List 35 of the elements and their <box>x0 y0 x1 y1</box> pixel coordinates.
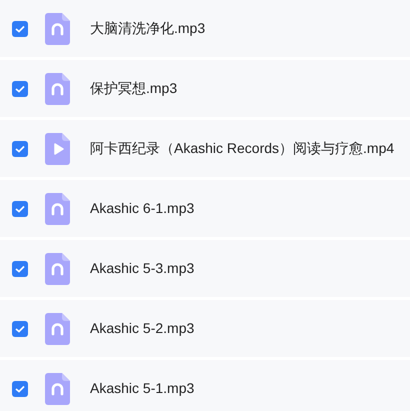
checkbox[interactable] <box>12 200 28 216</box>
audio-file-icon <box>45 372 70 404</box>
file-row[interactable]: 阿卡西纪录（Akashic Records）阅读与疗愈.mp4 <box>0 120 410 177</box>
checkbox[interactable] <box>12 380 28 396</box>
file-name: Akashic 5-2.mp3 <box>90 319 194 338</box>
audio-file-icon <box>45 312 70 344</box>
check-icon <box>15 84 25 92</box>
audio-file-icon <box>45 192 70 224</box>
file-name: Akashic 6-1.mp3 <box>90 199 194 218</box>
file-name: 大脑清洗净化.mp3 <box>90 19 206 38</box>
check-icon <box>15 144 25 152</box>
check-icon <box>15 24 25 32</box>
file-name: 保护冥想.mp3 <box>90 79 178 98</box>
check-icon <box>15 324 25 332</box>
checkbox[interactable] <box>12 140 28 156</box>
file-row[interactable]: Akashic 5-3.mp3 <box>0 240 410 297</box>
audio-file-icon <box>45 252 70 284</box>
checkbox[interactable] <box>12 20 28 36</box>
audio-file-icon <box>45 12 70 44</box>
check-icon <box>15 384 25 392</box>
file-row[interactable]: 大脑清洗净化.mp3 <box>0 0 410 57</box>
video-file-icon <box>45 132 70 164</box>
file-row[interactable]: Akashic 6-1.mp3 <box>0 180 410 237</box>
checkbox[interactable] <box>12 80 28 96</box>
file-row[interactable]: Akashic 5-2.mp3 <box>0 300 410 357</box>
checkbox[interactable] <box>12 260 28 276</box>
check-icon <box>15 204 25 212</box>
file-row[interactable]: 保护冥想.mp3 <box>0 60 410 117</box>
file-row[interactable]: Akashic 5-1.mp3 <box>0 360 410 411</box>
checkbox[interactable] <box>12 320 28 336</box>
file-name: Akashic 5-3.mp3 <box>90 259 194 278</box>
file-name: Akashic 5-1.mp3 <box>90 379 194 398</box>
check-icon <box>15 264 25 272</box>
audio-file-icon <box>45 72 70 104</box>
file-name: 阿卡西纪录（Akashic Records）阅读与疗愈.mp4 <box>90 139 394 158</box>
